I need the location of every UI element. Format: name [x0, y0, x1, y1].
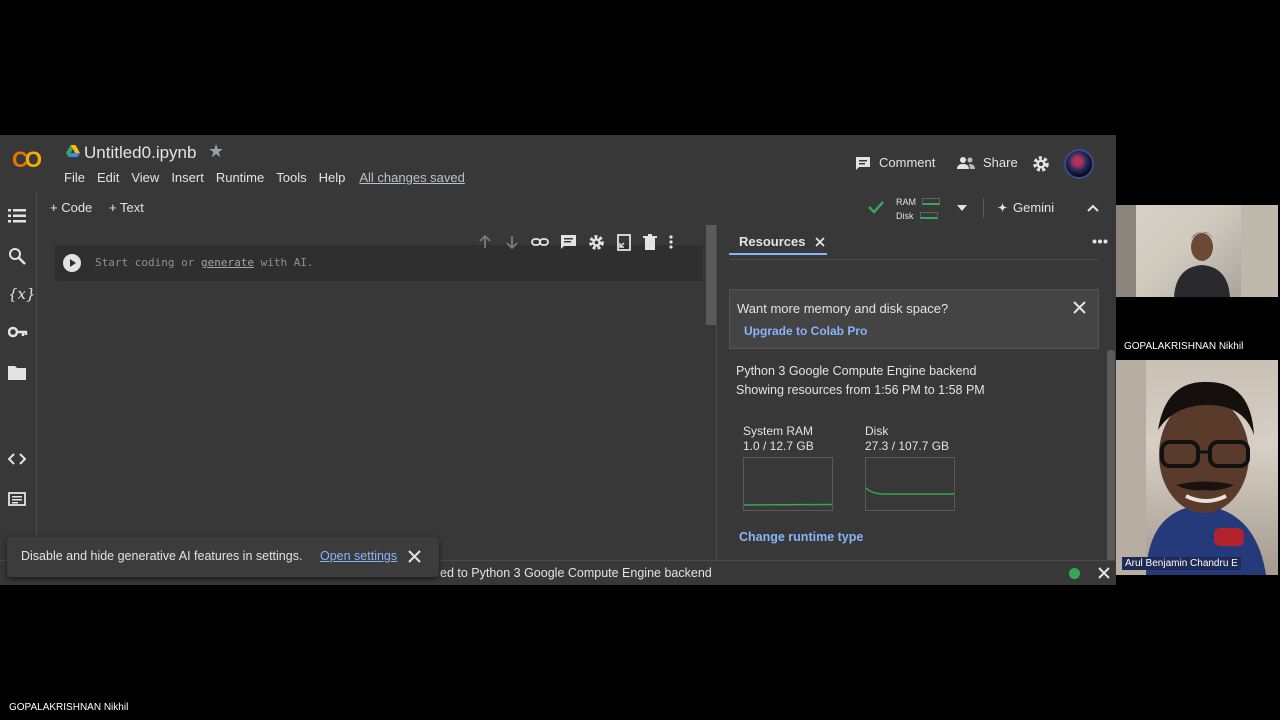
- video-tile-2: [1116, 360, 1278, 575]
- cell-toolbar: [477, 234, 674, 251]
- resource-range: Showing resources from 1:56 PM to 1:58 P…: [736, 383, 985, 397]
- status-text: ed to Python 3 Google Compute Engine bac…: [440, 566, 712, 580]
- snackbar-close-icon[interactable]: [408, 550, 421, 563]
- collapse-icon[interactable]: [1087, 204, 1099, 212]
- more-icon[interactable]: [1092, 239, 1108, 244]
- disk-label: Disk: [896, 211, 914, 221]
- toolbar-divider: [983, 198, 984, 218]
- backend-info: Python 3 Google Compute Engine backend: [736, 364, 977, 378]
- more-cell-icon[interactable]: [668, 234, 674, 250]
- menu-edit[interactable]: Edit: [97, 170, 119, 185]
- connect-dropdown-icon[interactable]: [957, 205, 967, 211]
- folder-icon[interactable]: [8, 365, 28, 385]
- notebook-title[interactable]: Untitled0.ipynb: [84, 143, 196, 163]
- gemini-icon: [997, 202, 1008, 213]
- settings-icon[interactable]: [1032, 155, 1050, 173]
- gemini-button[interactable]: Gemini: [997, 200, 1054, 215]
- promo-banner: Want more memory and disk space? Upgrade…: [729, 289, 1099, 349]
- ram-gauge-value: 1.0 / 12.7 GB: [743, 439, 814, 453]
- star-icon[interactable]: ★: [208, 141, 224, 162]
- menu-runtime[interactable]: Runtime: [216, 170, 264, 185]
- check-icon: [868, 200, 884, 214]
- share-icon: [957, 156, 975, 169]
- notebook-area: Start coding or generate with AI.: [37, 225, 705, 585]
- tab-resources[interactable]: Resources: [739, 234, 826, 249]
- tab-underline: [729, 253, 827, 255]
- code-icon[interactable]: [8, 453, 28, 473]
- disk-chart: [865, 457, 955, 511]
- terminal-icon[interactable]: [8, 492, 28, 512]
- menu-bar: File Edit View Insert Runtime Tools Help…: [64, 170, 465, 185]
- panel-scrollbar[interactable]: [1107, 350, 1115, 570]
- avatar[interactable]: [1064, 149, 1094, 179]
- share-button[interactable]: Share: [957, 155, 1018, 170]
- resources-panel: Resources Want more memory and disk spac…: [716, 225, 1116, 585]
- left-sidebar: {x}: [0, 192, 37, 585]
- key-icon[interactable]: [8, 326, 28, 346]
- generate-link[interactable]: generate: [201, 256, 254, 269]
- snackbar: Disable and hide generative AI features …: [7, 537, 439, 577]
- variables-icon[interactable]: {x}: [8, 285, 36, 305]
- tab-resources-label: Resources: [739, 234, 806, 249]
- participant-name-1: GOPALAKRISHNAN Nikhil: [1124, 341, 1244, 352]
- disk-gauge: Disk 27.3 / 107.7 GB: [865, 424, 955, 511]
- disk-bar: [919, 212, 938, 219]
- move-down-icon[interactable]: [504, 234, 520, 250]
- status-dot-icon: [1069, 568, 1080, 579]
- ram-gauge: System RAM 1.0 / 12.7 GB: [743, 424, 833, 511]
- placeholder-end: with AI.: [253, 256, 314, 269]
- menu-view[interactable]: View: [131, 170, 159, 185]
- video-tile-1: [1116, 205, 1278, 297]
- self-name-label: GOPALAKRISHNAN Nikhil: [9, 702, 129, 713]
- share-label: Share: [983, 155, 1018, 170]
- menu-file[interactable]: File: [64, 170, 85, 185]
- gemini-label: Gemini: [1013, 200, 1055, 215]
- tab-divider: [729, 259, 1099, 260]
- close-icon[interactable]: [1073, 301, 1086, 314]
- colab-window: CO Untitled0.ipynb ★ File Edit View Inse…: [0, 135, 1116, 585]
- mirror-cell-icon[interactable]: [616, 234, 632, 251]
- promo-title: Want more memory and disk space?: [737, 301, 949, 316]
- link-icon[interactable]: [531, 234, 549, 250]
- snackbar-text: Disable and hide generative AI features …: [21, 549, 303, 563]
- menu-tools[interactable]: Tools: [276, 170, 306, 185]
- save-status[interactable]: All changes saved: [359, 170, 465, 185]
- status-close-icon[interactable]: [1098, 567, 1110, 579]
- delete-icon[interactable]: [643, 234, 657, 250]
- open-settings-link[interactable]: Open settings: [320, 549, 397, 563]
- ram-disk-indicator[interactable]: RAM Disk: [896, 195, 940, 223]
- add-text-button[interactable]: + Text: [109, 200, 144, 215]
- disk-gauge-value: 27.3 / 107.7 GB: [865, 439, 950, 453]
- run-icon[interactable]: [63, 254, 81, 272]
- colab-logo[interactable]: CO: [12, 147, 50, 175]
- close-tab-icon[interactable]: [815, 236, 826, 247]
- placeholder-start: Start coding or: [95, 256, 201, 269]
- notebook-scrollbar[interactable]: [706, 225, 716, 325]
- ram-label: RAM: [896, 197, 916, 207]
- add-code-button[interactable]: + Code: [50, 200, 92, 215]
- participant-name-2: Arul Benjamin Chandru E: [1122, 557, 1241, 570]
- comment-icon: [856, 156, 870, 170]
- search-icon[interactable]: [8, 247, 28, 267]
- change-runtime-link[interactable]: Change runtime type: [739, 530, 863, 544]
- comment-button[interactable]: Comment: [855, 155, 935, 170]
- ram-bar: [922, 198, 940, 205]
- ram-gauge-label: System RAM: [743, 424, 814, 438]
- comment-label: Comment: [879, 155, 936, 170]
- cell-placeholder[interactable]: Start coding or generate with AI.: [95, 256, 314, 269]
- move-up-icon[interactable]: [477, 234, 493, 250]
- cell-settings-icon[interactable]: [588, 234, 605, 251]
- disk-gauge-label: Disk: [865, 424, 889, 438]
- ram-chart: [743, 457, 833, 511]
- header: CO Untitled0.ipynb ★ File Edit View Inse…: [0, 135, 1116, 192]
- upgrade-link[interactable]: Upgrade to Colab Pro: [744, 324, 867, 338]
- drive-icon[interactable]: [66, 145, 80, 157]
- toolbar: + Code + Text RAM Disk Gemini: [0, 192, 1116, 226]
- menu-insert[interactable]: Insert: [171, 170, 204, 185]
- comment-cell-icon[interactable]: [560, 234, 577, 250]
- menu-help[interactable]: Help: [319, 170, 346, 185]
- toc-icon[interactable]: [8, 208, 28, 228]
